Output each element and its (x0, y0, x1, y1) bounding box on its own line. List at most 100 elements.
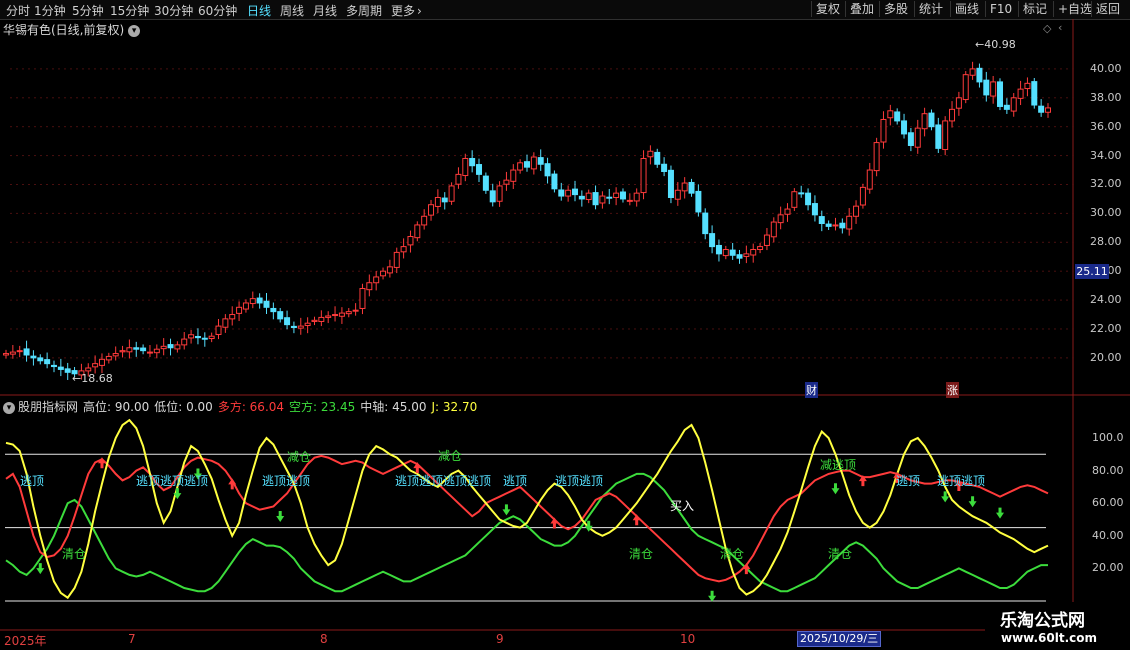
high-price-marker: ←40.98 (975, 38, 1016, 51)
chevron-down-icon[interactable]: ▾ (128, 24, 141, 37)
candle-body (839, 222, 846, 229)
candle-body (901, 120, 908, 135)
financial-report-marker[interactable]: 财 (805, 382, 818, 398)
candle-body (311, 319, 318, 322)
candle-body (935, 124, 942, 149)
candle-body (476, 164, 483, 175)
candle-body (140, 347, 147, 352)
param-low: 低位: 0.00 (154, 400, 213, 414)
candle-body (750, 249, 757, 256)
param-bear: 空方: 23.45 (289, 400, 356, 414)
stock-chart[interactable] (0, 0, 1130, 650)
candle-body (702, 212, 709, 235)
candle-body (126, 347, 133, 353)
candle-body (681, 182, 688, 192)
candle-body (805, 192, 812, 206)
signal-label: 逃顶逃顶 (555, 474, 604, 488)
low-price-value: 18.68 (81, 372, 113, 385)
indicator-name[interactable]: 股朋指标网 (18, 400, 78, 414)
candle-body (338, 312, 345, 317)
candle-body (880, 118, 887, 143)
candle-body (414, 224, 421, 239)
candle-body (907, 132, 914, 146)
candle-body (983, 79, 990, 96)
chevron-down-icon[interactable]: ▾ (3, 401, 15, 414)
candle-body (236, 306, 243, 314)
candle-body (366, 282, 373, 291)
signal-label: 逃顶 (896, 474, 921, 488)
price-tick-label: 34.00 (1090, 148, 1122, 162)
candle-body (976, 67, 983, 83)
stock-name: 华锡有色(日线,前复权) (3, 23, 125, 37)
limit-up-marker[interactable]: 涨 (946, 382, 959, 398)
candle-body (530, 156, 537, 170)
candle-body (23, 348, 30, 356)
candle-body (304, 322, 311, 327)
candle-body (352, 309, 359, 312)
candle-body (201, 337, 208, 340)
down-arrow-icon (996, 507, 1005, 519)
candle-body (798, 192, 805, 195)
candle-body (585, 192, 592, 201)
candle-body (9, 351, 16, 355)
candle-body (407, 236, 414, 246)
candle-body (455, 173, 462, 185)
candle-body (729, 249, 736, 256)
candle-body (667, 169, 674, 198)
signal-label: 减仓 (438, 449, 463, 463)
candle-body (859, 186, 866, 206)
candle-body (462, 157, 469, 177)
diamond-icon[interactable]: ◇ (1043, 22, 1051, 35)
candle-body (386, 266, 393, 274)
candle-body (380, 270, 387, 277)
candle-body (688, 181, 695, 194)
candle-body (359, 288, 366, 309)
candle-body (229, 314, 236, 320)
date-label: 2025年 (4, 634, 47, 648)
candle-body (92, 363, 99, 368)
chevron-left-icon[interactable]: ‹ (1058, 21, 1062, 34)
candle-body (928, 112, 935, 128)
candle-body (832, 224, 839, 227)
signal-label: 逃顶 (503, 474, 528, 488)
indicator-tick-label: 60.00 (1092, 496, 1124, 510)
candle-body (215, 325, 222, 335)
candle-body (469, 157, 476, 167)
price-tick-label: 30.00 (1090, 206, 1122, 220)
candle-body (921, 113, 928, 130)
candle-body (619, 191, 626, 200)
candle-body (887, 110, 894, 119)
date-label: 9 (496, 632, 504, 646)
watermark-url: www.60lt.com (1001, 631, 1098, 645)
candle-body (770, 221, 777, 238)
candle-body (873, 142, 880, 172)
candle-body (441, 197, 448, 203)
candle-body (709, 233, 716, 248)
param-high: 高位: 90.00 (83, 400, 150, 414)
candle-body (3, 353, 9, 356)
signal-label: 减逃顶 (820, 458, 857, 472)
price-tick-label: 36.00 (1090, 119, 1122, 133)
candle-body (763, 234, 770, 246)
candle-body (290, 325, 297, 329)
indicator-tick-label: 20.00 (1092, 561, 1124, 575)
candle-body (524, 161, 530, 168)
candle-body (818, 216, 825, 225)
candle-body (613, 192, 620, 198)
candle-body (811, 203, 818, 216)
param-mid: 中轴: 45.00 (360, 400, 427, 414)
candlesticks (3, 61, 1051, 380)
candle-body (537, 157, 544, 165)
candle-body (249, 298, 256, 305)
candle-body (626, 199, 633, 202)
candle-body (30, 355, 37, 359)
candle-body (332, 314, 339, 317)
date-label: 7 (128, 632, 136, 646)
candle-body (57, 366, 64, 370)
stock-title[interactable]: 华锡有色(日线,前复权) ▾ (3, 21, 141, 38)
candle-body (695, 190, 702, 213)
candle-body (448, 185, 455, 202)
candle-body (112, 353, 119, 357)
candle-body (284, 317, 291, 326)
candle-body (222, 318, 229, 328)
